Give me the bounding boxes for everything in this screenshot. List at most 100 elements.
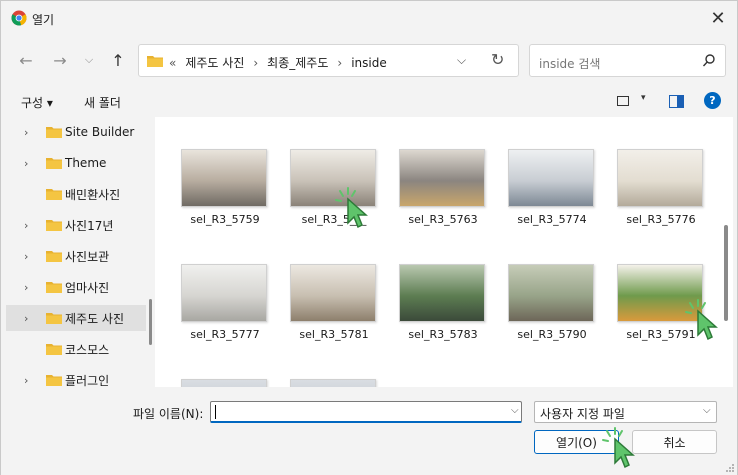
chevron-right-icon[interactable]: › — [24, 312, 28, 325]
nav-tree-item[interactable]: › Site Builder — [6, 119, 146, 145]
file-name-label: sel_R3_5790 — [517, 328, 587, 341]
file-name-label: sel_R3_5781 — [299, 328, 369, 341]
address-history-dropdown-icon[interactable]: ⌵ — [457, 53, 466, 68]
nav-tree-item[interactable]: › 엄마사진 — [6, 274, 146, 300]
filename-label: 파일 이름(N): — [133, 407, 204, 421]
nav-tree-item[interactable]: › 플러그인 — [6, 367, 146, 388]
file-name-label: sel_R3_5774 — [517, 213, 587, 226]
view-mode-caret-icon[interactable]: ▾ — [641, 93, 646, 103]
organize-menu-button[interactable]: 구성 ▾ — [21, 94, 53, 111]
file-name-label: sel_R3_5777 — [190, 328, 260, 341]
navigation-bar: ← → ⌵ ↑ « 제주도 사진 › 최종_제주도 › inside ⌵ ↻ i… — [1, 41, 737, 81]
dialog-footer: 파일 이름(N): ⌵ 사용자 지정 파일 ⌵ 열기(O) 취소 — [1, 389, 737, 475]
folder-icon — [46, 282, 62, 293]
help-icon[interactable]: ? — [704, 92, 721, 109]
file-item[interactable]: sel_R3_5783 — [393, 264, 493, 368]
breadcrumb-item[interactable]: 제주도 사진 — [185, 54, 244, 71]
image-thumbnail — [181, 264, 267, 322]
search-input[interactable]: inside 검색 — [529, 44, 726, 77]
close-button[interactable]: ✕ — [707, 7, 729, 29]
image-thumbnail — [290, 149, 376, 207]
image-thumbnail — [399, 264, 485, 322]
forward-arrow-icon: → — [53, 50, 67, 70]
image-thumbnail[interactable] — [181, 379, 267, 387]
file-item[interactable]: sel_R3_5763 — [393, 149, 493, 253]
file-name-label: sel_R3_5763 — [408, 213, 478, 226]
file-item[interactable]: sel_R3_5791 — [611, 264, 711, 368]
file-open-dialog: 열기 ✕ ← → ⌵ ↑ « 제주도 사진 › 최종_제주도 › inside … — [0, 0, 738, 475]
folder-icon — [46, 220, 62, 231]
file-list-scrollbar[interactable] — [724, 225, 728, 321]
breadcrumb: « 제주도 사진 › 최종_제주도 › inside — [169, 54, 387, 71]
back-button[interactable]: ← — [15, 49, 37, 71]
chevron-right-icon[interactable]: › — [24, 157, 28, 170]
nav-tree-item[interactable]: › Theme — [6, 150, 146, 176]
resize-grip-icon[interactable] — [725, 463, 735, 473]
chevron-right-icon[interactable]: › — [24, 281, 28, 294]
up-button[interactable]: ↑ — [107, 49, 129, 71]
nav-tree-label: 엄마사진 — [65, 280, 110, 295]
forward-button[interactable]: → — [49, 49, 71, 71]
nav-tree-label: 배민환사진 — [65, 187, 121, 202]
file-item[interactable]: sel_R3_5790 — [502, 264, 602, 368]
text-caret — [215, 405, 216, 419]
file-item[interactable]: sel_R3_5776 — [611, 149, 711, 253]
file-item[interactable]: sel_R3_5759 — [175, 149, 275, 253]
chevron-right-icon[interactable]: › — [24, 126, 28, 139]
navigation-pane: › Site Builder › Theme 배민환사진 › 사진17년 › 사진보관 › 엄마사진… — [6, 117, 154, 387]
file-item[interactable]: sel_R3_5774 — [502, 149, 602, 253]
file-type-select[interactable]: 사용자 지정 파일 ⌵ — [534, 401, 717, 423]
file-list: sel_R3_5759 sel_R3_5___ sel_R3_5763 sel_R3_… — [155, 117, 733, 387]
folder-icon — [46, 251, 62, 262]
folder-icon — [46, 344, 62, 355]
file-name-label: sel_R3_5791 — [626, 328, 696, 341]
image-thumbnail[interactable] — [290, 379, 376, 387]
image-thumbnail — [508, 264, 594, 322]
refresh-icon[interactable]: ↻ — [491, 50, 504, 69]
nav-tree-label: 플러그인 — [65, 373, 110, 388]
folder-icon — [46, 375, 62, 386]
recent-locations-button[interactable]: ⌵ — [78, 49, 100, 71]
file-type-value: 사용자 지정 파일 — [540, 407, 625, 421]
image-thumbnail — [617, 264, 703, 322]
nav-tree-item[interactable]: 배민환사진 — [6, 181, 146, 207]
breadcrumb-chevron-icon[interactable]: › — [253, 56, 258, 70]
folder-icon — [46, 313, 62, 324]
nav-tree-label: Site Builder — [65, 125, 135, 139]
chevron-right-icon[interactable]: › — [24, 374, 28, 387]
view-mode-icon[interactable] — [617, 96, 629, 106]
nav-tree-label: 코스모스 — [65, 342, 110, 357]
nav-tree-item[interactable]: 코스모스 — [6, 336, 146, 362]
nav-tree-label: Theme — [65, 156, 107, 170]
file-name-label: sel_R3_5783 — [408, 328, 478, 341]
file-name-label: sel_R3_5___ — [301, 213, 367, 226]
nav-tree-label: 제주도 사진 — [65, 311, 125, 326]
breadcrumb-item[interactable]: 최종_제주도 — [267, 54, 328, 71]
nav-tree-item[interactable]: › 제주도 사진 — [6, 305, 146, 331]
chevron-right-icon[interactable]: › — [24, 219, 28, 232]
breadcrumb-item[interactable]: inside — [351, 56, 387, 70]
filename-history-chevron-icon[interactable]: ⌵ — [511, 405, 519, 416]
command-bar: 구성 ▾ 새 폴더 ▾ ? — [1, 89, 737, 115]
cancel-button[interactable]: 취소 — [632, 430, 717, 454]
nav-tree-label: 사진17년 — [65, 218, 114, 233]
new-folder-button[interactable]: 새 폴더 — [84, 94, 121, 111]
chevron-down-icon: ⌵ — [703, 405, 711, 416]
file-item[interactable]: sel_R3_5781 — [284, 264, 384, 368]
nav-tree-item[interactable]: › 사진보관 — [6, 243, 146, 269]
file-item[interactable]: sel_R3_5777 — [175, 264, 275, 368]
filename-input[interactable]: ⌵ — [210, 401, 522, 423]
image-thumbnail — [290, 264, 376, 322]
search-icon — [702, 54, 715, 67]
nav-tree-item[interactable]: › 사진17년 — [6, 212, 146, 238]
breadcrumb-chevron-icon[interactable]: › — [337, 56, 342, 70]
chevron-right-icon[interactable]: › — [24, 250, 28, 263]
address-bar[interactable]: « 제주도 사진 › 최종_제주도 › inside ⌵ ↻ — [138, 44, 519, 77]
file-item[interactable]: sel_R3_5___ — [284, 149, 384, 253]
open-button[interactable]: 열기(O) — [534, 430, 619, 454]
image-thumbnail — [399, 149, 485, 207]
preview-pane-icon[interactable] — [669, 95, 684, 108]
chrome-icon — [11, 10, 27, 26]
breadcrumb-overflow[interactable]: « — [169, 56, 176, 70]
nav-pane-scrollbar[interactable] — [149, 299, 152, 345]
